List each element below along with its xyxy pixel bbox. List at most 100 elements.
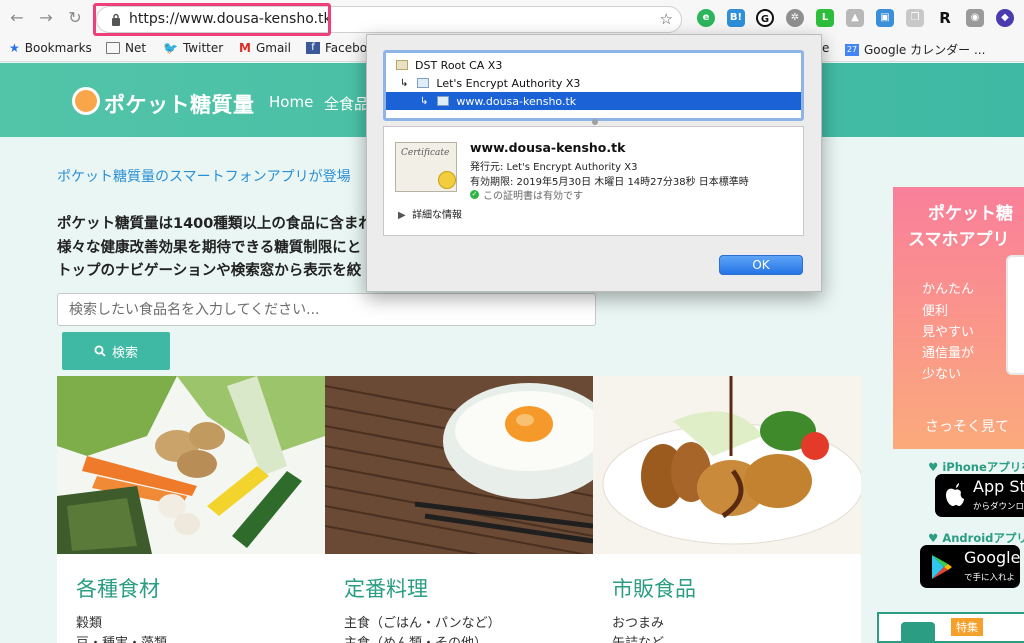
store-name: Google I — [964, 548, 1024, 567]
category-card-dishes[interactable]: 定番料理 主食（ごはん・パンなど） 主食（めん類・その他） — [325, 376, 593, 643]
bookmark-label: Twitter — [182, 41, 224, 55]
line-extension-icon[interactable]: L — [816, 9, 834, 27]
promo-feature: 少ない — [922, 367, 962, 382]
feature-icon — [901, 622, 935, 643]
grammarly-extension-icon[interactable]: G — [756, 9, 774, 27]
chain-label: DST Root CA X3 — [415, 58, 503, 72]
card-item[interactable]: おつまみ — [612, 612, 664, 631]
app-announcement-link[interactable]: ポケット糖質量のスマートフォンアプリが登場 — [57, 166, 351, 186]
feature-tag: 特集 — [951, 618, 983, 636]
certificate-icon — [417, 78, 430, 88]
android-app-label: ♥ Androidアプリを — [928, 530, 1024, 546]
disclosure-triangle-icon: ▶ — [398, 210, 406, 221]
rice-bowl-image[interactable] — [325, 376, 593, 554]
calendar-icon: 27 — [845, 43, 859, 56]
chain-item-leaf[interactable]: ↳ www.dousa-kensho.tk — [386, 92, 801, 110]
app-store-badge[interactable]: App St からダウンロ — [935, 474, 1024, 517]
bl-extension-icon[interactable]: B! — [727, 9, 745, 27]
certificate-icon — [437, 96, 450, 106]
bookmark-facebook[interactable]: f Facebo — [306, 41, 367, 55]
ok-button[interactable]: OK — [719, 255, 803, 275]
r-extension-icon[interactable]: R — [936, 9, 954, 27]
certificate-status: ✓ この証明書は有効です — [470, 187, 583, 202]
certificate-expiry: 有効期限: 2019年5月30日 木曜日 14時27分38秒 日本標準時 — [470, 177, 749, 188]
certificate-name: www.dousa-kensho.tk — [470, 140, 626, 155]
card-item[interactable]: 豆・種実・藻類 — [76, 632, 167, 643]
bookmark-net[interactable]: Net — [106, 41, 146, 55]
bookmark-gmail[interactable]: M Gmail — [239, 41, 291, 55]
chain-label: Let's Encrypt Authority X3 — [436, 76, 581, 90]
details-disclosure[interactable]: ▶ 詳細な情報 — [398, 206, 462, 221]
card-title[interactable]: 市販食品 — [612, 573, 696, 603]
star-icon: ★ — [9, 41, 20, 55]
bookmark-google-calendar[interactable]: 27 Google カレンダー ... — [845, 41, 985, 58]
bookmark-partial[interactable]: e — [822, 41, 829, 55]
certificate-chain-list[interactable]: DST Root CA X3 ↳ Let's Encrypt Authority… — [383, 50, 804, 121]
bookmark-star-icon[interactable]: ☆ — [660, 10, 673, 28]
feature-box[interactable]: 特集 — [877, 612, 1024, 643]
bookmark-label: Facebo — [325, 41, 368, 55]
category-card-packaged[interactable]: 市販食品 おつまみ 缶詰など — [593, 376, 861, 643]
details-label: 詳細な情報 — [412, 210, 463, 221]
google-play-badge[interactable]: Google I で手に入れよ — [920, 545, 1024, 588]
facebook-icon: f — [306, 42, 320, 54]
certificate-badge-icon: Certificate — [395, 142, 457, 192]
tree-branch-icon: ↳ — [420, 95, 429, 107]
croquette-image[interactable] — [593, 376, 861, 554]
card-item[interactable]: 主食（ごはん・パンなど） — [344, 612, 501, 631]
forward-icon[interactable]: → — [37, 9, 55, 27]
bookmark-label: e — [822, 41, 830, 55]
promo-feature: 便利 — [922, 304, 949, 319]
egg-logo-icon[interactable] — [72, 87, 100, 115]
promo-feature: 通信量が — [922, 346, 975, 361]
settings-extension-icon[interactable]: ✲ — [786, 9, 804, 27]
heart-icon: ♥ — [928, 460, 939, 474]
category-card-ingredients[interactable]: 各種食材 穀類 豆・種実・藻類 — [57, 376, 325, 643]
site-logo[interactable]: ポケット糖質量 — [104, 89, 255, 119]
card-title[interactable]: 各種食材 — [76, 573, 160, 603]
splitter-handle[interactable] — [592, 119, 598, 125]
profile-avatar-icon[interactable]: ◆ — [996, 9, 1014, 27]
card-item[interactable]: 穀類 — [76, 612, 102, 631]
food-search-input[interactable] — [57, 293, 596, 326]
bookmark-label: Google カレンダー ... — [864, 43, 986, 57]
status-text: この証明書は有効です — [483, 191, 583, 202]
promo-title-line: スマホアプリ — [908, 230, 1010, 250]
label-text: Androidアプリを — [942, 531, 1024, 545]
nav-all-foods[interactable]: 全食品 — [324, 93, 369, 114]
card-item[interactable]: 主食（めん類・その他） — [344, 632, 487, 643]
tree-branch-icon: ↳ — [400, 77, 409, 89]
store-sub: で手に入れよ — [964, 573, 1016, 583]
copy-extension-icon[interactable]: ❐ — [906, 9, 924, 27]
heart-icon: ♥ — [928, 531, 939, 545]
bookmark-twitter[interactable]: 🐦 Twitter — [163, 41, 223, 55]
apple-icon — [946, 483, 964, 506]
promo-feature: 見やすい — [922, 325, 975, 340]
url-highlight-box — [93, 3, 331, 36]
app-promo-banner[interactable]: ポケット糖 スマホアプリ かんたん 便利 見やすい 通信量が 少ない さっそく見… — [893, 187, 1024, 449]
certificate-icon — [396, 60, 408, 70]
bookmark-label: Gmail — [255, 41, 291, 55]
window-extension-icon[interactable]: ▣ — [876, 9, 894, 27]
nav-home[interactable]: Home — [269, 93, 313, 111]
chain-item-intermediate[interactable]: ↳ Let's Encrypt Authority X3 — [386, 74, 801, 92]
card-title[interactable]: 定番料理 — [344, 573, 428, 603]
evernote-extension-icon[interactable]: e — [697, 9, 715, 27]
bookmark-bookmarks[interactable]: ★ Bookmarks — [9, 41, 92, 55]
camera-extension-icon[interactable]: ◉ — [966, 9, 984, 27]
certificate-dialog: DST Root CA X3 ↳ Let's Encrypt Authority… — [366, 34, 822, 292]
chain-label: www.dousa-kensho.tk — [456, 94, 577, 108]
phone-mockup-image — [1006, 255, 1024, 375]
vegetables-image[interactable] — [57, 376, 325, 554]
promo-cta[interactable]: さっそく見て — [925, 416, 1009, 436]
reload-icon[interactable]: ↻ — [66, 9, 84, 27]
chain-item-root[interactable]: DST Root CA X3 — [386, 56, 801, 74]
drive-extension-icon[interactable]: ▲ — [846, 9, 864, 27]
bookmark-label: Bookmarks — [24, 41, 92, 55]
card-item[interactable]: 缶詰など — [612, 632, 664, 643]
search-button[interactable]: 検索 — [62, 332, 170, 370]
certificate-issuer: 発行元: Let's Encrypt Authority X3 — [470, 162, 638, 173]
search-button-label: 検索 — [111, 345, 138, 361]
store-sub: からダウンロ — [973, 502, 1024, 512]
back-icon[interactable]: ← — [8, 9, 26, 27]
